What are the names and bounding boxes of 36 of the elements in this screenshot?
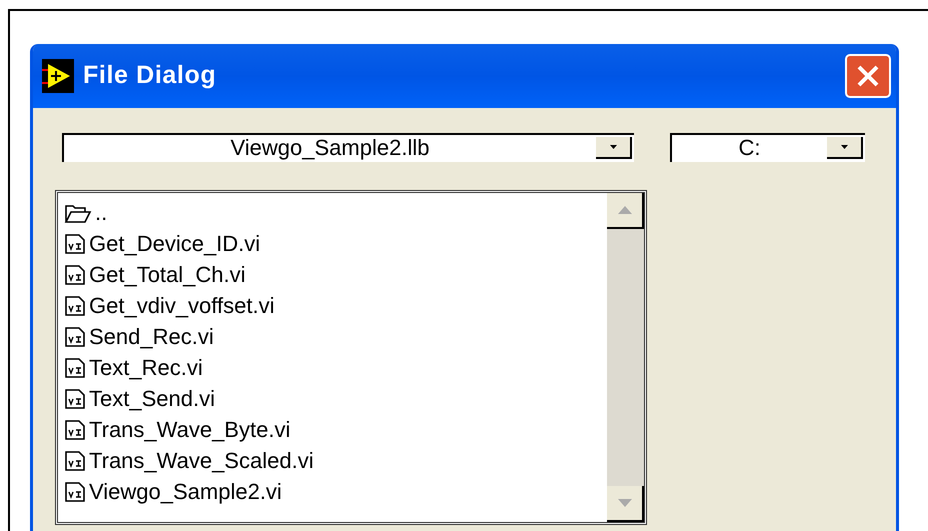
- file-item[interactable]: Text_Rec.vi: [64, 352, 607, 383]
- file-item[interactable]: Trans_Wave_Byte.vi: [64, 414, 607, 445]
- dropdown-button[interactable]: [827, 137, 863, 159]
- file-icon: [64, 232, 86, 254]
- up-arrow-icon: [618, 206, 632, 214]
- scroll-down-button[interactable]: [607, 486, 644, 522]
- file-icon: [64, 480, 86, 502]
- drive-dropdown[interactable]: C:: [670, 133, 865, 162]
- close-icon: [856, 64, 880, 88]
- file-icon: [64, 356, 86, 378]
- file-item[interactable]: Get_Device_ID.vi: [64, 228, 607, 259]
- dropdown-value: Viewgo_Sample2.llb: [230, 135, 430, 162]
- close-button[interactable]: [845, 54, 891, 98]
- file-icon: [64, 294, 86, 316]
- file-item[interactable]: Send_Rec.vi: [64, 321, 607, 352]
- file-icon: [64, 326, 86, 348]
- caret-icon: [840, 145, 848, 149]
- file-icon: [64, 264, 86, 286]
- file-item[interactable]: Trans_Wave_Scaled.vi: [64, 445, 607, 476]
- file-item[interactable]: Get_vdiv_voffset.vi: [64, 290, 607, 321]
- file-item[interactable]: ..: [64, 197, 607, 228]
- caret-icon: [610, 145, 616, 149]
- window-title: File Dialog: [83, 60, 216, 92]
- file-icon: [64, 418, 86, 440]
- down-arrow-icon: [618, 499, 632, 507]
- scroll-up-button[interactable]: [607, 193, 644, 229]
- dropdown-value: C:: [738, 135, 762, 162]
- path-dropdown[interactable]: Viewgo_Sample2.llb: [62, 133, 634, 162]
- file-item[interactable]: Get_Total_Ch.vi: [64, 259, 607, 290]
- dropdown-button[interactable]: [596, 137, 632, 159]
- app-icon: [41, 58, 75, 94]
- scrollbar[interactable]: [607, 193, 644, 522]
- file-icon: [64, 450, 86, 472]
- file-icon: [64, 388, 86, 410]
- file-item[interactable]: Text_Send.vi: [64, 383, 607, 414]
- file-item[interactable]: Viewgo_Sample2.vi: [64, 476, 607, 507]
